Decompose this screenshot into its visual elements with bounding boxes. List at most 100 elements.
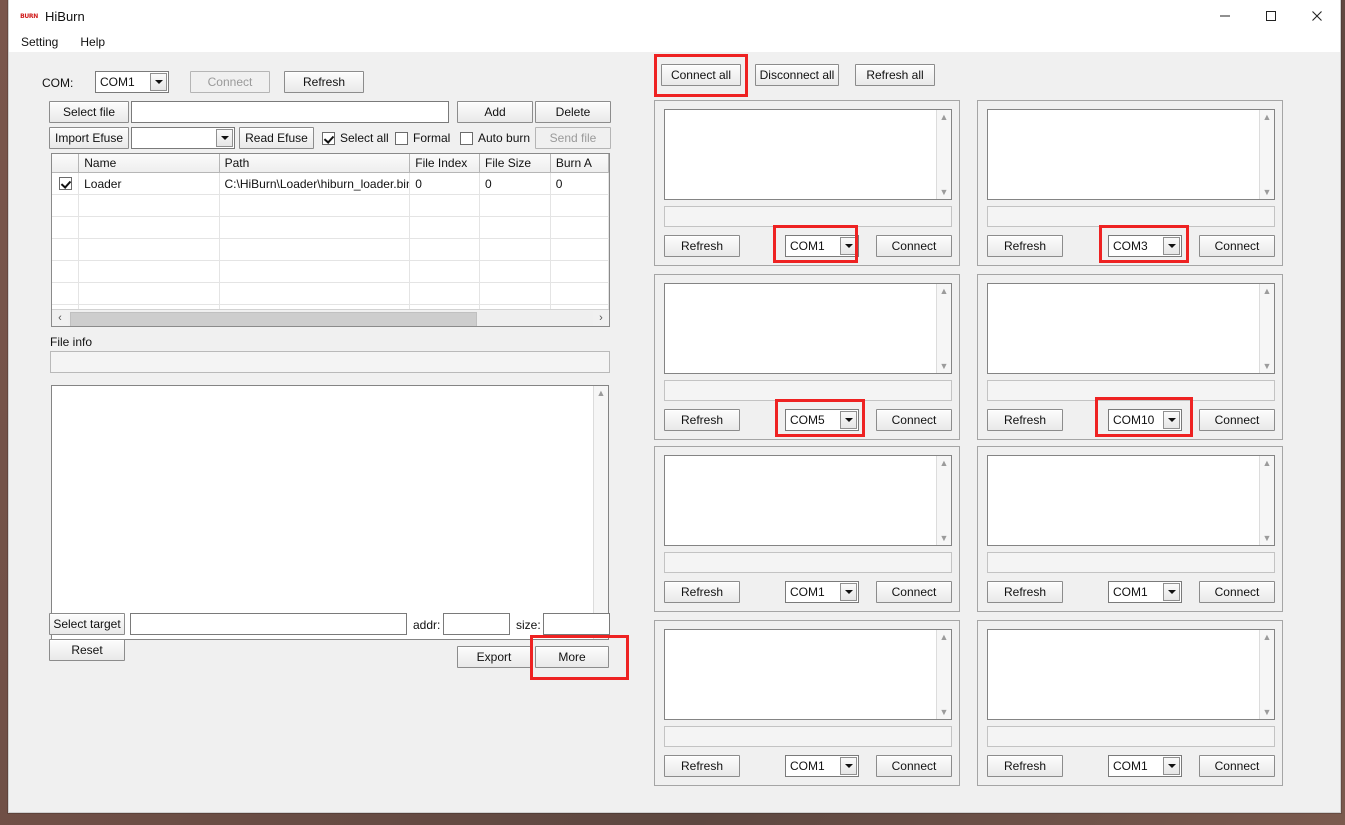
- table-header-name[interactable]: Name: [79, 154, 220, 172]
- scroll-up-icon[interactable]: ▲: [1263, 113, 1272, 122]
- device-refresh-button-3[interactable]: Refresh: [664, 409, 740, 431]
- add-button[interactable]: Add: [457, 101, 533, 123]
- scroll-down-icon[interactable]: ▼: [1263, 708, 1272, 717]
- menu-item-help[interactable]: Help: [80, 35, 105, 49]
- scroll-up-icon[interactable]: ▲: [940, 633, 949, 642]
- minimize-icon[interactable]: [1202, 0, 1248, 32]
- more-button[interactable]: More: [535, 646, 609, 668]
- device-log-4[interactable]: ▲ ▼: [987, 283, 1275, 374]
- table-empty-row[interactable]: [52, 261, 609, 283]
- table-header-path[interactable]: Path: [219, 154, 411, 172]
- device-com-select-4[interactable]: COM10: [1108, 409, 1182, 431]
- scroll-up-icon[interactable]: ▲: [940, 113, 949, 122]
- scroll-down-icon[interactable]: ▼: [940, 362, 949, 371]
- device-log-scrollbar-7[interactable]: ▲ ▼: [936, 630, 951, 719]
- table-horizontal-scrollbar[interactable]: ‹ ›: [52, 309, 609, 326]
- device-refresh-button-6[interactable]: Refresh: [987, 581, 1063, 603]
- scroll-down-icon[interactable]: ▼: [1263, 188, 1272, 197]
- file-path-input[interactable]: [131, 101, 449, 123]
- file-table[interactable]: Name Path File Index File Size Burn A Lo…: [51, 153, 610, 327]
- menu-item-setting[interactable]: Setting: [21, 35, 58, 49]
- select-file-button[interactable]: Select file: [49, 101, 129, 123]
- device-com-select-5[interactable]: COM1: [785, 581, 859, 603]
- refresh-all-button[interactable]: Refresh all: [855, 64, 935, 86]
- device-log-scrollbar-6[interactable]: ▲ ▼: [1259, 456, 1274, 545]
- device-refresh-button-5[interactable]: Refresh: [664, 581, 740, 603]
- device-refresh-button-2[interactable]: Refresh: [987, 235, 1063, 257]
- row-checkbox[interactable]: [52, 173, 80, 194]
- maximize-icon[interactable]: [1248, 0, 1294, 32]
- scroll-left-icon[interactable]: ‹: [52, 312, 68, 324]
- export-button[interactable]: Export: [457, 646, 531, 668]
- device-com-select-1[interactable]: COM1: [785, 235, 859, 257]
- send-file-button[interactable]: Send file: [535, 127, 611, 149]
- target-path-input[interactable]: [130, 613, 407, 635]
- device-log-8[interactable]: ▲ ▼: [987, 629, 1275, 720]
- connect-all-button[interactable]: Connect all: [661, 64, 741, 86]
- device-connect-button-2[interactable]: Connect: [1199, 235, 1275, 257]
- import-efuse-button[interactable]: Import Efuse: [49, 127, 129, 149]
- device-com-select-3[interactable]: COM5: [785, 409, 859, 431]
- efuse-select[interactable]: [131, 127, 235, 149]
- device-log-1[interactable]: ▲ ▼: [664, 109, 952, 200]
- device-log-5[interactable]: ▲ ▼: [664, 455, 952, 546]
- scroll-up-icon[interactable]: ▲: [940, 459, 949, 468]
- device-log-2[interactable]: ▲ ▼: [987, 109, 1275, 200]
- device-com-select-7[interactable]: COM1: [785, 755, 859, 777]
- device-connect-button-6[interactable]: Connect: [1199, 581, 1275, 603]
- table-empty-row[interactable]: [52, 195, 609, 217]
- scroll-up-icon[interactable]: ▲: [1263, 459, 1272, 468]
- device-log-scrollbar-4[interactable]: ▲ ▼: [1259, 284, 1274, 373]
- scroll-down-icon[interactable]: ▼: [940, 708, 949, 717]
- device-log-7[interactable]: ▲ ▼: [664, 629, 952, 720]
- main-log-scrollbar[interactable]: ▲ ▼: [593, 386, 608, 639]
- device-connect-button-5[interactable]: Connect: [876, 581, 952, 603]
- disconnect-all-button[interactable]: Disconnect all: [755, 64, 839, 86]
- scroll-right-icon[interactable]: ›: [593, 312, 609, 324]
- device-log-scrollbar-5[interactable]: ▲ ▼: [936, 456, 951, 545]
- select-target-button[interactable]: Select target: [49, 613, 125, 635]
- device-refresh-button-8[interactable]: Refresh: [987, 755, 1063, 777]
- table-empty-row[interactable]: [52, 283, 609, 305]
- device-connect-button-7[interactable]: Connect: [876, 755, 952, 777]
- main-log-area[interactable]: ▲ ▼: [51, 385, 609, 640]
- device-connect-button-4[interactable]: Connect: [1199, 409, 1275, 431]
- read-efuse-button[interactable]: Read Efuse: [239, 127, 314, 149]
- scroll-up-icon[interactable]: ▲: [1263, 287, 1272, 296]
- scroll-up-icon[interactable]: ▲: [597, 389, 606, 398]
- device-log-6[interactable]: ▲ ▼: [987, 455, 1275, 546]
- device-refresh-button-4[interactable]: Refresh: [987, 409, 1063, 431]
- scroll-thumb[interactable]: [70, 311, 477, 326]
- scroll-down-icon[interactable]: ▼: [1263, 534, 1272, 543]
- device-connect-button-1[interactable]: Connect: [876, 235, 952, 257]
- scroll-down-icon[interactable]: ▼: [940, 534, 949, 543]
- scroll-track[interactable]: [68, 310, 593, 326]
- device-com-select-2[interactable]: COM3: [1108, 235, 1182, 257]
- device-log-scrollbar-1[interactable]: ▲ ▼: [936, 110, 951, 199]
- connect-button[interactable]: Connect: [190, 71, 270, 93]
- device-connect-button-8[interactable]: Connect: [1199, 755, 1275, 777]
- table-header-file-index[interactable]: File Index: [410, 154, 481, 172]
- device-log-3[interactable]: ▲ ▼: [664, 283, 952, 374]
- com-port-select[interactable]: COM1: [95, 71, 169, 93]
- scroll-up-icon[interactable]: ▲: [1263, 633, 1272, 642]
- device-refresh-button-7[interactable]: Refresh: [664, 755, 740, 777]
- device-log-scrollbar-3[interactable]: ▲ ▼: [936, 284, 951, 373]
- device-connect-button-3[interactable]: Connect: [876, 409, 952, 431]
- device-com-select-8[interactable]: COM1: [1108, 755, 1182, 777]
- scroll-up-icon[interactable]: ▲: [940, 287, 949, 296]
- device-refresh-button-1[interactable]: Refresh: [664, 235, 740, 257]
- close-icon[interactable]: [1294, 0, 1340, 32]
- size-input[interactable]: [543, 613, 610, 635]
- table-row[interactable]: Loader C:\HiBurn\Loader\hiburn_loader.bi…: [52, 173, 609, 195]
- reset-button[interactable]: Reset: [49, 639, 125, 661]
- device-com-select-6[interactable]: COM1: [1108, 581, 1182, 603]
- formal-checkbox[interactable]: Formal: [395, 131, 450, 145]
- table-empty-row[interactable]: [52, 239, 609, 261]
- device-log-scrollbar-2[interactable]: ▲ ▼: [1259, 110, 1274, 199]
- table-header-select[interactable]: [52, 154, 80, 172]
- auto-burn-checkbox[interactable]: Auto burn: [460, 131, 530, 145]
- refresh-button[interactable]: Refresh: [284, 71, 364, 93]
- addr-input[interactable]: [443, 613, 510, 635]
- table-header-burn-addr[interactable]: Burn A: [550, 154, 609, 172]
